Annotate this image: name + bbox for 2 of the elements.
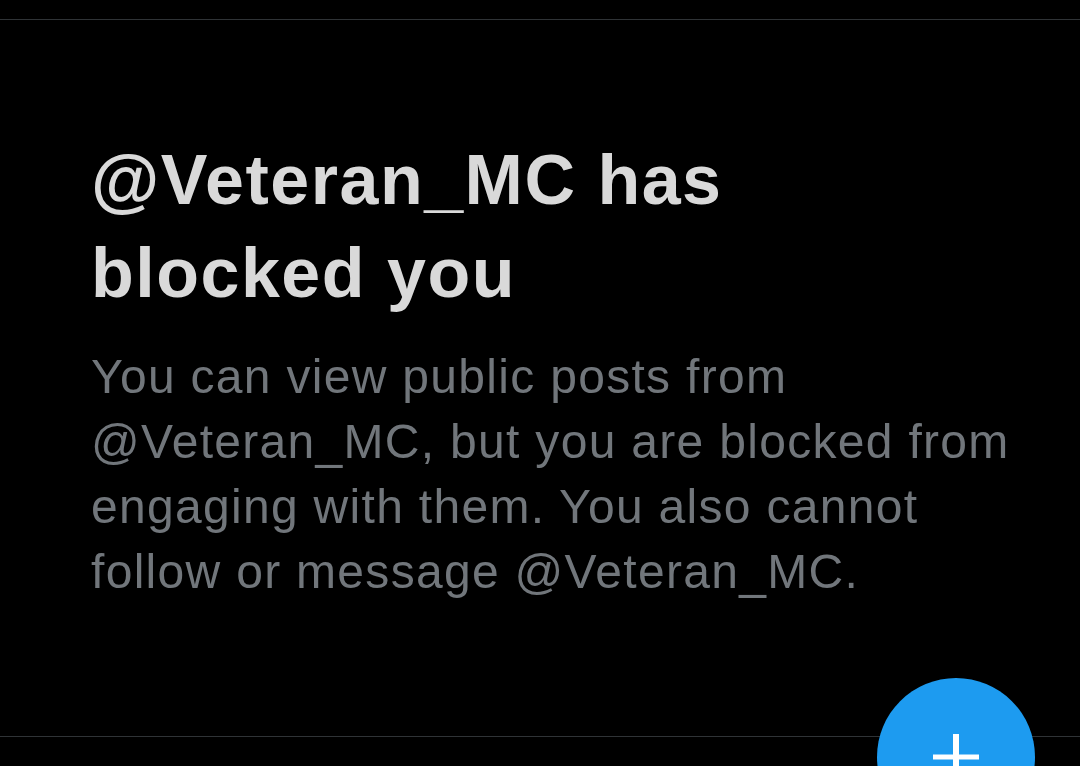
blocked-message: You can view public posts from @Veteran_MC, but you are blocked from engaging with them. You also cannot follow or message @Veteran_MC. [91, 349, 1011, 600]
blocked-title: @Veteran_MC has blocked you [91, 140, 724, 314]
